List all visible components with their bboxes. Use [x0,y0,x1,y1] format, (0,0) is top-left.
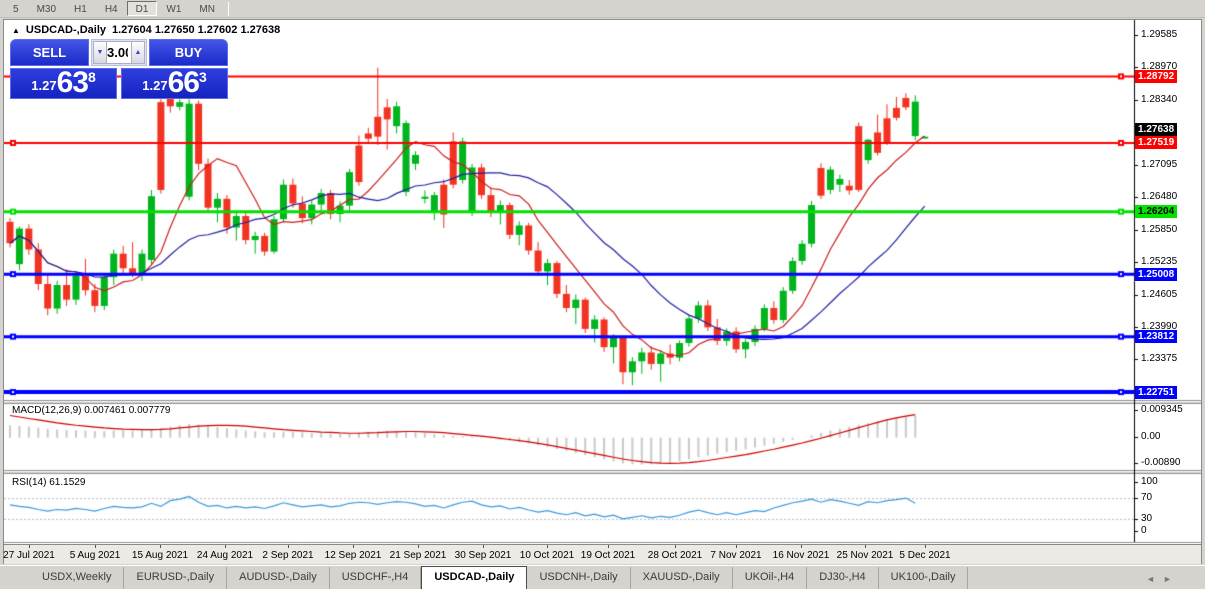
timeframe-button-5[interactable]: 5 [4,1,28,16]
tab-scroll-right-icon[interactable]: ► [1163,574,1172,584]
date-axis-label: 27 Jul 2021 [3,550,55,561]
date-axis-label: 7 Nov 2021 [710,550,761,561]
timeframe-toolbar: 5M30H1H4D1W1MN [0,0,1205,18]
toolbar-separator [228,2,229,16]
price-axis-tick: 1.27095 [1141,159,1177,170]
timeframe-button-h4[interactable]: H4 [96,1,127,16]
rsi-label: RSI(14) 61.1529 [12,477,85,488]
sell-price-display[interactable]: 1.27 63 8 [10,68,117,99]
date-axis-tick [95,545,96,548]
chart-title: ▲ USDCAD-,Daily 1.27604 1.27650 1.27602 … [12,24,280,36]
date-axis-tick [483,545,484,548]
current-price-label: 1.27638 [1135,123,1177,136]
date-axis-label: 16 Nov 2021 [773,550,830,561]
symbol-tab-bar: USDX,WeeklyEURUSD-,DailyAUDUSD-,DailyUSD… [0,565,1205,589]
date-axis-label: 30 Sep 2021 [455,550,512,561]
macd-axis-tick: -0.00890 [1141,457,1180,468]
tab-scroll-left-icon[interactable]: ◄ [1146,574,1155,584]
symbol-tab-dj30h4[interactable]: DJ30-,H4 [807,567,878,589]
price-axis[interactable]: 1.295851.289701.283401.277251.270951.264… [1137,20,1201,544]
price-line-label: 1.23812 [1135,330,1177,343]
symbol-tab-uk100daily[interactable]: UK100-,Daily [879,567,969,589]
buy-price-display[interactable]: 1.27 66 3 [121,68,228,99]
price-line-label: 1.27519 [1135,136,1177,149]
date-axis-tick [288,545,289,548]
date-axis-tick [418,545,419,548]
buy-price-prefix: 1.27 [142,76,167,96]
date-axis-tick [736,545,737,548]
date-axis-tick [925,545,926,548]
date-axis-label: 24 Aug 2021 [197,550,253,561]
date-axis-label: 10 Oct 2021 [520,550,574,561]
date-axis-label: 21 Sep 2021 [390,550,447,561]
date-axis-label: 2 Sep 2021 [262,550,313,561]
price-axis-tick: 1.24605 [1141,289,1177,300]
price-axis-tick: 1.29585 [1141,29,1177,40]
date-axis-tick [225,545,226,548]
timeframe-button-d1[interactable]: D1 [127,1,158,16]
price-axis-tick: 1.23375 [1141,353,1177,364]
rsi-axis-tick: 100 [1141,476,1158,487]
symbol-tab-usdxweekly[interactable]: USDX,Weekly [30,567,124,589]
sell-button[interactable]: SELL [10,39,89,66]
date-axis-tick [29,545,30,548]
date-axis-tick [353,545,354,548]
sell-price-prefix: 1.27 [31,76,56,96]
price-axis-tick: 1.28340 [1141,94,1177,105]
timeframe-button-h1[interactable]: H1 [65,1,96,16]
buy-price-main: 66 [168,70,199,96]
sell-price-main: 63 [57,70,88,96]
date-axis-label: 5 Dec 2021 [899,550,950,561]
volume-down-icon[interactable]: ▼ [93,41,107,64]
buy-price-sup: 3 [199,70,207,84]
rsi-axis-tick: 30 [1141,513,1152,524]
price-axis-tick: 1.25850 [1141,224,1177,235]
date-axis-label: 19 Oct 2021 [581,550,635,561]
chart-title-arrow-icon: ▲ [12,26,20,35]
trade-panel: SELL ▼ ▲ BUY 1.27 63 8 1.27 66 3 [10,39,228,99]
rsi-axis-tick: 70 [1141,492,1152,503]
rsi-axis-tick: 0 [1141,525,1147,536]
price-axis-tick: 1.26480 [1141,191,1177,202]
date-axis-label: 28 Oct 2021 [648,550,702,561]
timeframe-button-m30[interactable]: M30 [28,1,65,16]
symbol-tab-usdchfh4[interactable]: USDCHF-,H4 [330,567,422,589]
date-axis-label: 12 Sep 2021 [325,550,382,561]
timeframe-button-mn[interactable]: MN [190,1,224,16]
date-axis-tick [608,545,609,548]
symbol-tab-eurusddaily[interactable]: EURUSD-,Daily [124,567,227,589]
volume-up-icon[interactable]: ▲ [131,41,145,64]
date-axis-label: 25 Nov 2021 [837,550,894,561]
date-axis-tick [547,545,548,548]
macd-axis-tick: 0.009345 [1141,404,1183,415]
date-axis-tick [801,545,802,548]
macd-label: MACD(12,26,9) 0.007461 0.007779 [12,405,170,416]
date-axis-label: 15 Aug 2021 [132,550,188,561]
volume-stepper: ▼ ▲ [91,39,147,66]
chart-title-symbol: USDCAD-,Daily [26,24,106,36]
macd-axis-tick: 0.00 [1141,431,1160,442]
buy-button[interactable]: BUY [149,39,228,66]
date-axis-tick [865,545,866,548]
price-line-label: 1.25008 [1135,268,1177,281]
symbol-tab-xauusddaily[interactable]: XAUUSD-,Daily [631,567,733,589]
date-axis[interactable]: 27 Jul 2021 5 Aug 2021 15 Aug 2021 24 Aug 2… [4,544,1201,564]
chart-window: ▲ USDCAD-,Daily 1.27604 1.27650 1.27602 … [3,19,1202,564]
symbol-tab-usdcaddaily[interactable]: USDCAD-,Daily [421,566,527,589]
symbol-tab-ukoilh4[interactable]: UKOil-,H4 [733,567,808,589]
price-axis-tick: 1.25235 [1141,256,1177,267]
date-axis-tick [160,545,161,548]
price-line-label: 1.26204 [1135,205,1177,218]
timeframe-button-w1[interactable]: W1 [157,1,190,16]
sell-price-sup: 8 [88,70,96,84]
volume-input[interactable] [107,41,131,64]
symbol-tab-usdcnhdaily[interactable]: USDCNH-,Daily [527,567,630,589]
price-line-label: 1.22751 [1135,386,1177,399]
price-line-label: 1.28792 [1135,70,1177,83]
symbol-tab-audusddaily[interactable]: AUDUSD-,Daily [227,567,330,589]
chart-title-ohlc: 1.27604 1.27650 1.27602 1.27638 [112,24,280,36]
date-axis-label: 5 Aug 2021 [70,550,121,561]
date-axis-tick [675,545,676,548]
